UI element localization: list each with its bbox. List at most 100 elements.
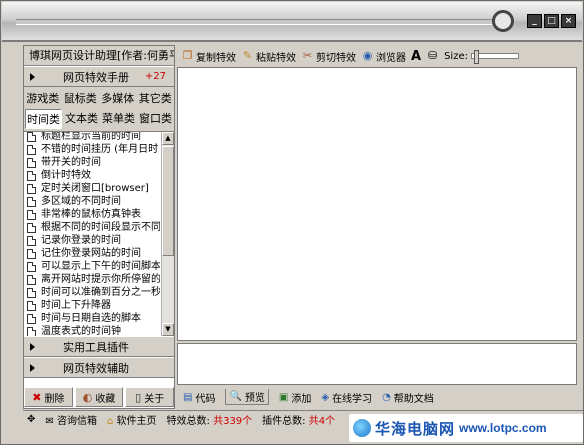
document-icon xyxy=(27,261,36,272)
favorite-button[interactable]: ◐ 收藏 xyxy=(74,387,124,407)
list-item[interactable]: 多区域的不同时间 xyxy=(24,195,160,208)
about-icon: ▯ xyxy=(135,390,142,404)
list-item-label: 时间可以准确到百分之一秒 xyxy=(41,287,160,298)
expand-arrow-icon xyxy=(30,363,35,372)
expand-arrow-icon xyxy=(30,72,35,81)
preview-icon: 🔍 xyxy=(229,391,242,402)
list-item[interactable]: 记录你登录的时间 xyxy=(24,234,160,247)
document-icon xyxy=(27,222,36,233)
color-fill-button[interactable]: ⛁ xyxy=(426,50,439,62)
list-item[interactable]: 定时关闭窗口[browser] xyxy=(24,182,160,195)
minimize-button[interactable]: _ xyxy=(527,14,542,28)
learning-icon: ◈ xyxy=(321,391,330,403)
tab-online-learning[interactable]: ◈ 在线学习 xyxy=(321,390,372,405)
paint-bucket-icon: ⛁ xyxy=(427,49,438,62)
contact-link[interactable]: ✉ 咨询信箱 xyxy=(45,412,97,427)
maximize-button[interactable]: □ xyxy=(544,14,559,28)
secondary-editor[interactable] xyxy=(177,343,577,385)
tab-help-label: 帮助文档 xyxy=(393,393,434,405)
list-item[interactable]: 时间可以准确到百分之一秒 xyxy=(24,286,160,299)
document-icon xyxy=(27,326,36,336)
copy-label: 复制特效 xyxy=(196,52,236,64)
tab-help[interactable]: ◔ 帮助文档 xyxy=(382,390,434,405)
close-button[interactable]: × xyxy=(561,14,576,28)
code-icon: ▤ xyxy=(183,391,193,403)
tab-time[interactable]: 时间类 xyxy=(25,109,62,129)
title-groove xyxy=(16,19,492,25)
browser-button[interactable]: ◉ 浏览器 xyxy=(361,49,406,64)
list-item-label: 多区域的不同时间 xyxy=(41,196,121,207)
list-item-label: 记录你登录的时间 xyxy=(41,235,121,246)
list-item[interactable]: 时间与日期自选的脚本 xyxy=(24,312,160,325)
tab-multimedia[interactable]: 多媒体 xyxy=(100,89,135,109)
section-helper[interactable]: 网页特效辅助 xyxy=(24,357,174,378)
scroll-up-icon[interactable]: ▲ xyxy=(162,132,174,145)
section-tools[interactable]: 实用工具插件 xyxy=(24,336,174,357)
document-icon xyxy=(27,170,36,181)
tab-preview[interactable]: 🔍 预览 xyxy=(225,389,269,405)
browser-icon: ◉ xyxy=(362,49,373,62)
category-tabs: 游戏类 鼠标类 多媒体 其它类 时间类 文本类 菜单类 窗口类 xyxy=(24,87,174,131)
document-icon xyxy=(27,248,36,259)
list-item-label: 不错的时间挂历 (年月日时 xyxy=(41,144,159,155)
mail-icon: ✉ xyxy=(45,415,54,427)
site-watermark: 华海电脑网 www.lotpc.com xyxy=(349,414,583,442)
section-effects-manual[interactable]: 网页特效手册 +27 xyxy=(24,66,174,87)
copy-effect-button[interactable]: ❐ 复制特效 xyxy=(181,49,236,64)
tab-other[interactable]: 其它类 xyxy=(138,89,173,109)
tab-add[interactable]: ▣ 添加 xyxy=(279,390,311,405)
list-item[interactable]: 时间上下升降器 xyxy=(24,299,160,312)
document-icon xyxy=(27,235,36,246)
list-item[interactable]: 离开网站时提示你所停留的 xyxy=(24,273,160,286)
cut-effect-button[interactable]: ✂ 剪切特效 xyxy=(301,49,356,64)
document-icon xyxy=(27,144,36,155)
list-item-label: 定时关闭窗口[browser] xyxy=(41,183,149,194)
list-item[interactable]: 倒计时特效 xyxy=(24,169,160,182)
list-item[interactable]: 不错的时间挂历 (年月日时 xyxy=(24,143,160,156)
tab-text[interactable]: 文本类 xyxy=(64,109,99,129)
effects-total-label: 特效总数: xyxy=(166,415,210,427)
about-button[interactable]: ▯ 关于 xyxy=(125,387,175,407)
document-icon xyxy=(27,313,36,324)
plugins-total: 插件总数: 共4个 xyxy=(262,412,335,427)
font-icon: A xyxy=(411,48,422,64)
home-link[interactable]: ⌂ 软件主页 xyxy=(107,412,157,427)
document-icon xyxy=(27,287,36,298)
list-item[interactable]: 非常棒的鼠标仿真钟表 xyxy=(24,208,160,221)
list-item[interactable]: 记住你登录网站的时间 xyxy=(24,247,160,260)
section-effects-label: 网页特效手册 xyxy=(63,70,129,84)
tab-code[interactable]: ▤ 代码 xyxy=(183,390,215,405)
list-item[interactable]: 标题栏显示当前的时间 xyxy=(24,132,160,143)
list-item-label: 带开关的时间 xyxy=(41,157,101,168)
tab-games[interactable]: 游戏类 xyxy=(25,89,60,109)
document-icon xyxy=(27,157,36,168)
delete-button[interactable]: ✖ 删除 xyxy=(24,387,73,407)
list-item[interactable]: 根据不同的时间段显示不同 xyxy=(24,221,160,234)
add-icon: ▣ xyxy=(278,391,289,403)
left-buttons: ✖ 删除 ◐ 收藏 ▯ 关于 xyxy=(23,386,175,408)
size-slider[interactable] xyxy=(470,50,519,64)
tab-mouse[interactable]: 鼠标类 xyxy=(63,89,98,109)
list-item[interactable]: 可以显示上下午的时间脚本 xyxy=(24,260,160,273)
cut-icon: ✂ xyxy=(302,49,313,62)
favorite-icon: ◐ xyxy=(82,390,93,404)
document-icon xyxy=(27,209,36,220)
window-controls: _ □ × xyxy=(527,14,576,28)
scroll-down-icon[interactable]: ▼ xyxy=(162,323,174,336)
tab-add-label: 添加 xyxy=(291,393,312,405)
list-item[interactable]: 温度表式的时间钟 xyxy=(24,325,160,336)
font-button[interactable]: A xyxy=(411,49,421,64)
tab-window[interactable]: 窗口类 xyxy=(138,109,173,129)
bottom-tabs: ▤ 代码 🔍 预览 ▣ 添加 ◈ 在线学习 ◔ 帮助文档 xyxy=(177,387,577,407)
copy-icon: ❐ xyxy=(182,49,193,62)
section-tools-label: 实用工具插件 xyxy=(63,340,129,354)
paste-effect-button[interactable]: ✎ 粘贴特效 xyxy=(241,49,296,64)
code-editor[interactable] xyxy=(177,67,577,341)
scroll-thumb[interactable] xyxy=(162,146,174,256)
list-scrollbar[interactable]: ▲ ▼ xyxy=(161,132,174,336)
tab-code-label: 代码 xyxy=(195,393,216,405)
tab-menu[interactable]: 菜单类 xyxy=(101,109,136,129)
plugins-total-label: 插件总数: xyxy=(262,415,306,427)
list-item[interactable]: 带开关的时间 xyxy=(24,156,160,169)
left-strip xyxy=(2,45,22,409)
